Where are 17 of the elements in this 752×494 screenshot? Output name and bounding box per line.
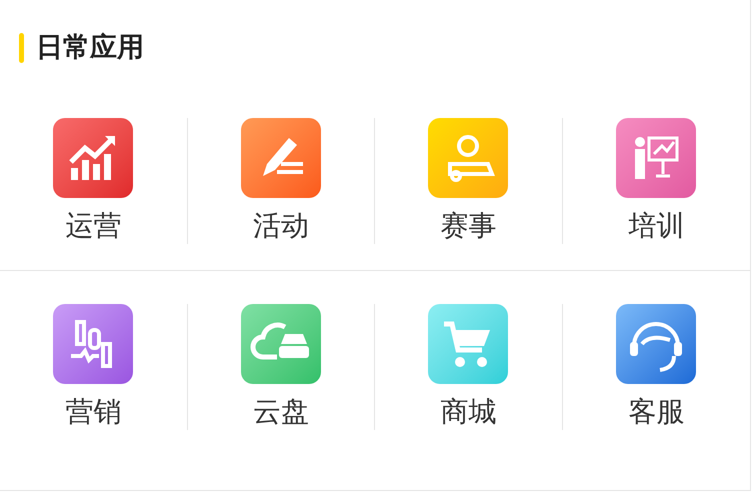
app-label: 营销 <box>65 394 122 430</box>
app-label: 云盘 <box>252 394 309 430</box>
app-label: 培训 <box>628 208 684 244</box>
app-label: 运营 <box>65 208 122 244</box>
chart-app-icon[interactable] <box>53 118 134 198</box>
bars-app-icon[interactable] <box>53 304 134 384</box>
app-label: 客服 <box>628 394 684 430</box>
headset-person-app-icon[interactable] <box>616 304 696 384</box>
cart-app-icon[interactable] <box>428 304 508 384</box>
section-title: 日常应用 <box>36 30 144 65</box>
app-label: 商城 <box>440 394 496 430</box>
title-accent-bar <box>19 33 24 63</box>
pencil-app-icon[interactable] <box>240 118 321 198</box>
app-label: 活动 <box>252 208 309 244</box>
cloud-drive-app-icon[interactable] <box>240 304 321 384</box>
app-label: 赛事 <box>440 208 496 244</box>
presentation-app-icon[interactable] <box>616 118 696 198</box>
